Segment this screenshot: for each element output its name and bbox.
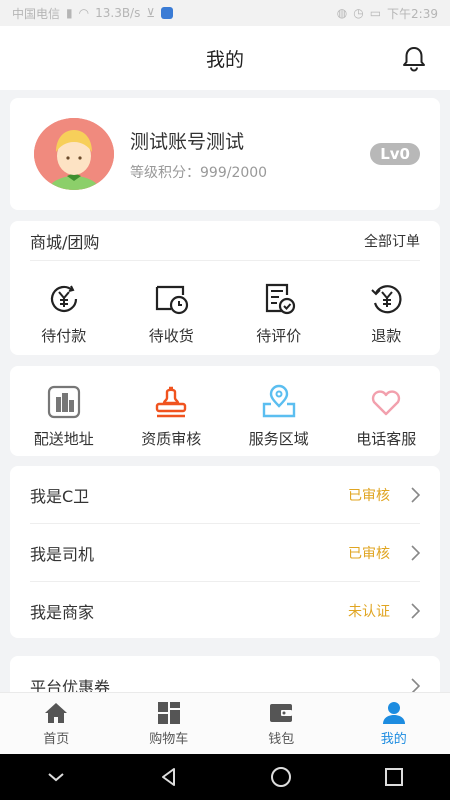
page-header: 我的 — [0, 26, 450, 90]
order-refund[interactable]: 退款 — [336, 281, 436, 346]
carrier-label: 中国电信 — [12, 6, 61, 21]
refund-icon — [371, 285, 402, 314]
signal-icon: ▮ — [66, 6, 73, 20]
usb-icon: ⊻ — [146, 6, 156, 20]
order-refund-label: 退款 — [371, 327, 402, 345]
chevron-right-icon — [411, 544, 420, 561]
service-qualification-review[interactable]: 资质审核 — [121, 384, 221, 449]
order-pending-payment-label: 待付款 — [41, 327, 87, 345]
role-row-merchant[interactable]: 我是商家 未认证 — [30, 582, 420, 640]
role-label: 我是C卫 — [30, 486, 90, 506]
back-icon[interactable] — [157, 765, 181, 789]
role-label: 我是司机 — [30, 544, 95, 564]
tab-cart[interactable]: 购物车 — [113, 693, 226, 754]
tab-label: 购物车 — [149, 731, 189, 747]
chevron-right-icon — [411, 603, 420, 619]
home-circle-icon[interactable] — [269, 765, 293, 789]
tab-home[interactable]: 首页 — [0, 693, 113, 754]
order-pending-review[interactable]: 待评价 — [229, 281, 329, 346]
all-orders-link[interactable]: 全部订单 — [364, 231, 420, 251]
service-area[interactable]: 服务区域 — [229, 384, 329, 449]
order-pending-payment[interactable]: 待付款 — [14, 281, 114, 346]
page-title: 我的 — [205, 48, 244, 71]
review-check-icon — [265, 283, 295, 315]
shield-icon — [161, 7, 174, 19]
role-list: 我是C卫 已审核 我是司机 已审核 我是商家 未认证 — [10, 466, 440, 638]
stamp-icon — [156, 386, 187, 418]
clock-time: 下午2:39 — [387, 6, 438, 21]
chevron-down-icon[interactable] — [44, 765, 68, 789]
role-label: 我是商家 — [30, 603, 95, 622]
order-pending-review-label: 待评价 — [256, 327, 302, 345]
status-badge: 已审核 — [348, 487, 390, 504]
role-row-cwei[interactable]: 我是C卫 已审核 — [30, 466, 420, 524]
service-area-label: 服务区域 — [248, 430, 309, 448]
user-icon — [382, 701, 405, 724]
system-nav-bar — [0, 754, 450, 800]
tab-label: 我的 — [380, 731, 407, 747]
heart-icon — [372, 390, 401, 416]
network-speed: 13.3B/s — [95, 6, 141, 20]
wifi-icon: ◠ — [78, 6, 90, 20]
wallet-icon — [270, 703, 293, 722]
bell-icon[interactable] — [400, 44, 428, 72]
building-icon — [47, 385, 80, 419]
bottom-tab-bar: 首页 购物车 钱包 我的 — [0, 692, 450, 754]
yen-pending-icon — [50, 285, 77, 312]
location-map-icon — [262, 384, 295, 418]
tab-wallet[interactable]: 钱包 — [225, 693, 338, 754]
username: 测试账号测试 — [130, 130, 245, 153]
truck-clock-icon — [156, 285, 189, 315]
services-card: 配送地址 资质审核 服务区域 电话客服 — [10, 366, 440, 456]
status-badge: 已审核 — [348, 545, 390, 562]
chevron-right-icon — [411, 486, 420, 503]
order-pending-receipt[interactable]: 待收货 — [121, 281, 221, 346]
tab-label: 首页 — [43, 731, 70, 747]
service-phone-support-label: 电话客服 — [356, 430, 417, 448]
home-icon — [45, 702, 68, 723]
order-pending-receipt-label: 待收货 — [148, 327, 194, 345]
service-phone-support[interactable]: 电话客服 — [336, 384, 436, 449]
tab-mine[interactable]: 我的 — [338, 693, 450, 754]
level-badge: Lv0 — [370, 143, 420, 165]
recents-icon[interactable] — [382, 765, 406, 789]
profile-card[interactable]: 测试账号测试 等级积分：999/2000 Lv0 — [10, 98, 440, 210]
battery-icon: ▭ — [369, 6, 382, 20]
orders-card: 商城/团购 全部订单 待付款 待收货 待评价 退款 — [10, 221, 440, 355]
avatar[interactable] — [34, 118, 114, 190]
status-badge: 未认证 — [348, 604, 390, 620]
orders-title: 商城/团购 — [30, 232, 100, 252]
grid-icon — [157, 701, 180, 724]
vibrate-icon: ◍ — [336, 6, 348, 20]
level-points: 等级积分：999/2000 — [130, 164, 268, 181]
service-qualification-review-label: 资质审核 — [141, 430, 202, 448]
service-delivery-address[interactable]: 配送地址 — [14, 384, 114, 449]
role-row-driver[interactable]: 我是司机 已审核 — [30, 524, 420, 582]
tab-label: 钱包 — [268, 731, 295, 747]
service-delivery-address-label: 配送地址 — [33, 430, 94, 448]
alarm-icon: ◷ — [353, 6, 364, 20]
status-bar: 中国电信 ▮ ◠ 13.3B/s ⊻ ◍ ◷ ▭ 下午2:39 — [0, 0, 450, 26]
